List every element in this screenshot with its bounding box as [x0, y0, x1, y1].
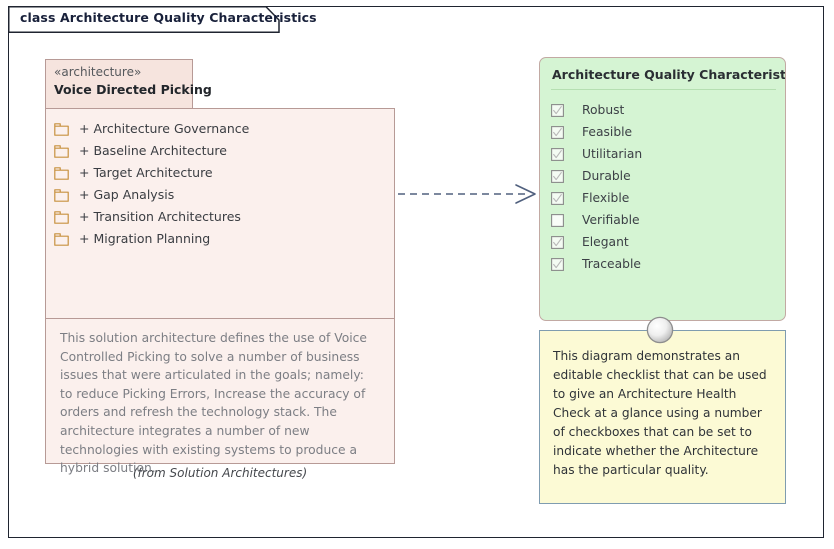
- attribute-label: + Architecture Governance: [79, 121, 250, 136]
- checklist-title: Architecture Quality Characteristics: [552, 67, 786, 82]
- checklist-label: Feasible: [582, 125, 633, 139]
- attribute-row[interactable]: + Architecture Governance: [46, 118, 394, 140]
- package-folder-icon: [54, 188, 69, 202]
- checklist-row-robust[interactable]: Robust: [551, 99, 785, 121]
- checklist-row-durable[interactable]: Durable: [551, 165, 785, 187]
- checklist-label: Traceable: [582, 257, 641, 271]
- attribute-label: + Migration Planning: [79, 231, 211, 246]
- checkbox-unchecked-icon[interactable]: [551, 213, 564, 227]
- package-folder-icon: [54, 122, 69, 136]
- checklist-label: Durable: [582, 169, 631, 183]
- checkbox-checked-icon[interactable]: [551, 257, 564, 271]
- attribute-row[interactable]: + Gap Analysis: [46, 184, 394, 206]
- checklist-label: Utilitarian: [582, 147, 643, 161]
- checkbox-checked-icon[interactable]: [551, 169, 564, 183]
- frame-title: class Architecture Quality Characteristi…: [20, 10, 317, 25]
- checklist-label: Elegant: [582, 235, 629, 249]
- class-body: + Architecture Governance + Baseline Arc…: [45, 108, 395, 475]
- attribute-row[interactable]: + Target Architecture: [46, 162, 394, 184]
- class-element-voice-directed-picking[interactable]: «architecture» Voice Directed Picking + …: [45, 59, 395, 480]
- checklist-label: Verifiable: [582, 213, 640, 227]
- diagram-frame-tab: class Architecture Quality Characteristi…: [8, 6, 317, 33]
- checklist-label: Robust: [582, 103, 625, 117]
- attributes-compartment: + Architecture Governance + Baseline Arc…: [46, 109, 394, 319]
- checkbox-checked-icon[interactable]: [551, 125, 564, 139]
- checklist-row-elegant[interactable]: Elegant: [551, 231, 785, 253]
- checklist-title-divider: [551, 89, 776, 90]
- class-stereotype: «architecture»: [54, 65, 142, 79]
- package-folder-icon: [54, 210, 69, 224]
- description-compartment: This solution architecture defines the u…: [46, 319, 394, 475]
- checklist-row-utilitarian[interactable]: Utilitarian: [551, 143, 785, 165]
- checklist-row-traceable[interactable]: Traceable: [551, 253, 785, 275]
- package-folder-icon: [54, 166, 69, 180]
- checklist-items: Robust Feasible Utilitarian Durable Flex…: [551, 99, 785, 275]
- dependency-connector[interactable]: [396, 178, 541, 210]
- checkbox-checked-icon[interactable]: [551, 103, 564, 117]
- attribute-label: + Transition Architectures: [79, 209, 241, 224]
- checklist-label: Flexible: [582, 191, 630, 205]
- attribute-row[interactable]: + Baseline Architecture: [46, 140, 394, 162]
- checkbox-checked-icon[interactable]: [551, 235, 564, 249]
- class-description: This solution architecture defines the u…: [60, 331, 371, 476]
- attribute-label: + Baseline Architecture: [79, 143, 227, 158]
- class-header[interactable]: «architecture» Voice Directed Picking: [45, 59, 212, 108]
- checkbox-checked-icon[interactable]: [551, 191, 564, 205]
- note-element[interactable]: This diagram demonstrates an editable ch…: [539, 330, 786, 504]
- package-folder-icon: [54, 144, 69, 158]
- package-folder-icon: [54, 232, 69, 246]
- attribute-label: + Target Architecture: [79, 165, 213, 180]
- class-name: Voice Directed Picking: [54, 82, 212, 97]
- checkbox-checked-icon[interactable]: [551, 147, 564, 161]
- note-anchor-handle-icon[interactable]: [646, 316, 674, 344]
- checklist-element[interactable]: Architecture Quality Characteristics Rob…: [539, 57, 786, 321]
- attribute-label: + Gap Analysis: [79, 187, 175, 202]
- checklist-row-verifiable[interactable]: Verifiable: [551, 209, 785, 231]
- attribute-row[interactable]: + Transition Architectures: [46, 206, 394, 228]
- checklist-row-feasible[interactable]: Feasible: [551, 121, 785, 143]
- note-text: This diagram demonstrates an editable ch…: [553, 349, 771, 477]
- checklist-row-flexible[interactable]: Flexible: [551, 187, 785, 209]
- attribute-row[interactable]: + Migration Planning: [46, 228, 394, 250]
